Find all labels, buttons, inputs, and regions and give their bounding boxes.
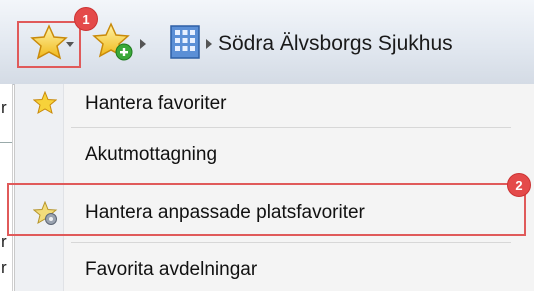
divider: [0, 142, 12, 143]
background-text: r: [1, 98, 7, 117]
star-icon: [32, 90, 58, 120]
menu-item-label: Hantera anpassade platsfavoriter: [85, 202, 365, 223]
chevron-right-icon: [206, 39, 212, 49]
background-text: r: [1, 232, 7, 251]
favorites-dropdown-menu: Hantera favoriter Akutmottagning Hantera…: [14, 84, 534, 291]
menu-item-manage-custom-location-favorites[interactable]: Hantera anpassade platsfavoriter: [15, 192, 534, 234]
chevron-down-icon: [66, 42, 74, 47]
step-badge-2: 2: [507, 173, 531, 197]
menu-item-akutmottagning[interactable]: Akutmottagning: [15, 134, 534, 176]
building-icon: [168, 24, 202, 65]
menu-item-label: Hantera favoriter: [85, 93, 227, 114]
menu-item-manage-favorites[interactable]: Hantera favoriter: [15, 84, 534, 124]
add-favorite-button[interactable]: [92, 21, 146, 67]
star-add-icon: [92, 21, 136, 67]
menu-item-label: Akutmottagning: [85, 144, 218, 165]
unit-selector-button[interactable]: Södra Älvsborgs Sjukhus: [168, 20, 453, 68]
star-gear-icon: [32, 200, 59, 232]
menu-separator: [71, 127, 511, 128]
menu-item-favorite-departments[interactable]: Favorita avdelningar: [15, 249, 534, 291]
background-window: r r r: [0, 84, 13, 291]
step-badge-1: 1: [74, 7, 98, 31]
unit-label: Södra Älvsborgs Sjukhus: [218, 32, 453, 55]
menu-separator: [71, 183, 511, 184]
favorites-button[interactable]: [17, 21, 81, 68]
star-icon: [30, 24, 68, 65]
menu-item-label: Favorita avdelningar: [85, 259, 258, 280]
menu-separator: [71, 242, 511, 243]
background-text: r: [1, 258, 7, 277]
chevron-right-icon: [140, 39, 146, 49]
